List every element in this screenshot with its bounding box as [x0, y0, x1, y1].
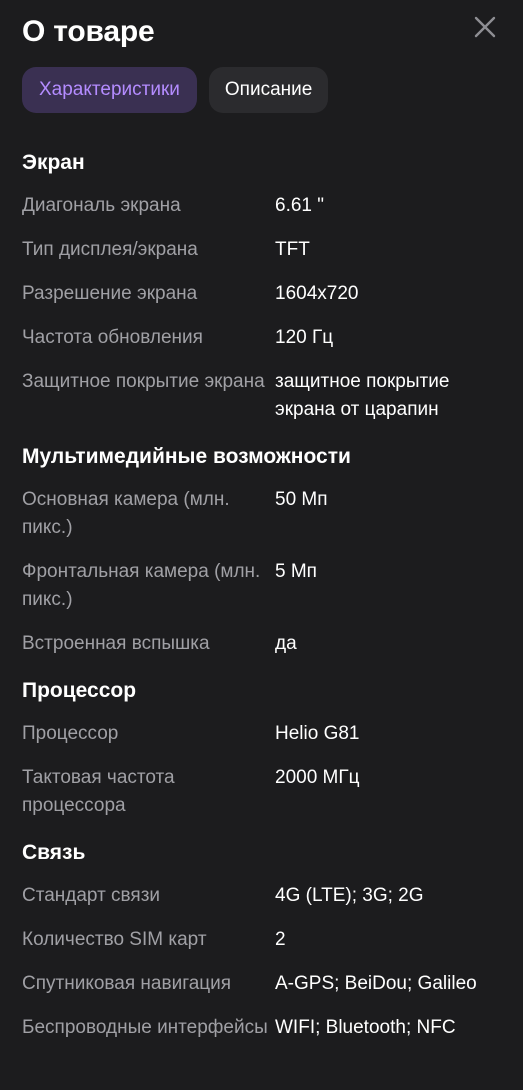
spec-key: Частота обновления — [22, 327, 203, 348]
close-icon — [474, 16, 496, 38]
spec-row: Беспроводные интерфейсы WIFI; Bluetooth;… — [22, 1014, 502, 1042]
spec-key: Защитное покрытие экрана — [22, 371, 265, 392]
spec-key: Диагональ экрана — [22, 195, 181, 216]
spec-row: Частота обновления 120 Гц — [22, 324, 502, 352]
spec-key: Беспроводные интерфейсы — [22, 1017, 268, 1038]
spec-value: да — [275, 633, 297, 654]
spec-row: Тип дисплея/экрана TFT — [22, 236, 502, 264]
spec-key: Количество SIM карт — [22, 929, 207, 950]
spec-key: Встроенная вспышка — [22, 633, 210, 654]
spec-value: 6.61 " — [275, 195, 325, 216]
section-title: Процессор — [22, 679, 137, 702]
spec-value: TFT — [275, 239, 310, 260]
spec-value: Helio G81 — [275, 723, 360, 744]
section-title: Экран — [22, 151, 85, 174]
spec-key: Стандарт связи — [22, 885, 161, 906]
product-info-sheet: О товаре Характеристики Описание Экран Д… — [0, 0, 523, 1090]
tab-description[interactable]: Описание — [208, 67, 329, 113]
spec-value: 1604x720 — [275, 283, 359, 304]
spec-row: Основная камера (млн. пикс.) 50 Мп — [22, 486, 502, 542]
section-processor: Процессор Процессор Helio G81 Тактовая ч… — [22, 676, 502, 820]
spec-value: 2 — [275, 929, 286, 950]
section-title: Мультимедийные возможности — [22, 445, 351, 468]
spec-row: Диагональ экрана 6.61 " — [22, 192, 502, 220]
spec-value: 5 Мп — [275, 561, 317, 582]
spec-key: Основная камера (млн. пикс.) — [22, 489, 230, 538]
spec-value: 50 Мп — [275, 489, 328, 510]
spec-value: 2000 МГц — [275, 767, 360, 788]
spec-key: Разрешение экрана — [22, 283, 198, 304]
specs-list: Экран Диагональ экрана 6.61 " Тип диспле… — [22, 148, 502, 1058]
spec-row: Разрешение экрана 1604x720 — [22, 280, 502, 308]
spec-key: Спутниковая навигация — [22, 973, 232, 994]
spec-key: Тип дисплея/экрана — [22, 239, 198, 260]
section-screen: Экран Диагональ экрана 6.61 " Тип диспле… — [22, 148, 502, 424]
spec-value: 4G (LTE); 3G; 2G — [275, 885, 424, 906]
spec-value: A-GPS; BeiDou; Galileo — [275, 973, 477, 994]
section-title: Связь — [22, 841, 86, 864]
spec-row: Защитное покрытие экрана защитное покрыт… — [22, 368, 502, 424]
tab-characteristics[interactable]: Характеристики — [22, 67, 197, 113]
spec-row: Тактовая частота процессора 2000 МГц — [22, 764, 502, 820]
spec-row: Процессор Helio G81 — [22, 720, 502, 748]
spec-value: 120 Гц — [275, 327, 334, 348]
close-button[interactable] — [470, 12, 500, 42]
spec-row: Количество SIM карт 2 — [22, 926, 502, 954]
spec-value: WIFI; Bluetooth; NFC — [275, 1017, 456, 1038]
section-multimedia: Мультимедийные возможности Основная каме… — [22, 442, 502, 658]
spec-value: защитное покрытие экрана от царапин — [275, 371, 450, 420]
section-connectivity: Связь Стандарт связи 4G (LTE); 3G; 2G Ко… — [22, 838, 502, 1042]
spec-row: Стандарт связи 4G (LTE); 3G; 2G — [22, 882, 502, 910]
page-title: О товаре — [22, 15, 155, 48]
tab-bar: Характеристики Описание — [22, 67, 329, 113]
spec-key: Тактовая частота процессора — [22, 767, 175, 816]
spec-row: Встроенная вспышка да — [22, 630, 502, 658]
spec-row: Спутниковая навигация A-GPS; BeiDou; Gal… — [22, 970, 502, 998]
spec-key: Процессор — [22, 723, 119, 744]
spec-row: Фронтальная камера (млн. пикс.) 5 Мп — [22, 558, 502, 614]
spec-key: Фронтальная камера (млн. пикс.) — [22, 561, 261, 610]
